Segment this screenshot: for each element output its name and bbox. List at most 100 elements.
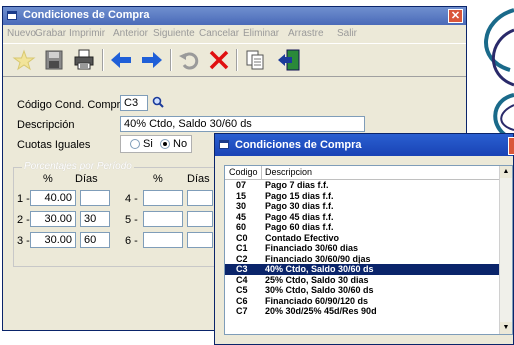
item-descripcion: 25% Ctdo, Saldo 30 dias bbox=[265, 274, 369, 285]
item-codigo: C3 bbox=[236, 264, 248, 274]
save-button[interactable] bbox=[41, 48, 67, 72]
col-dias-header: Días bbox=[75, 173, 98, 185]
popup-close-button[interactable] bbox=[508, 137, 514, 155]
print-button[interactable] bbox=[71, 48, 97, 72]
list-item[interactable]: 15 Pago 15 dias f.f. bbox=[225, 191, 500, 202]
header-codigo[interactable]: Codigo bbox=[229, 167, 258, 177]
item-descripcion: Financiado 30/60 dias bbox=[265, 243, 359, 253]
list-item[interactable]: C7 20% 30d/25% 45d/Res 90d bbox=[225, 306, 500, 317]
new-star-icon bbox=[12, 49, 36, 71]
header-descripcion[interactable]: Descripcion bbox=[265, 167, 312, 177]
menu-cancelar[interactable]: Cancelar bbox=[199, 28, 239, 39]
exit-door-icon bbox=[278, 49, 300, 71]
window-title: Condiciones de Compra bbox=[23, 9, 150, 21]
row-3-dias-input[interactable]: 60 bbox=[80, 232, 110, 248]
codigo-search-button[interactable] bbox=[151, 94, 165, 110]
row-5-label: 5 - bbox=[125, 214, 138, 226]
item-descripcion: Contado Efectivo bbox=[265, 232, 340, 243]
list-item[interactable]: C2 Financiado 30/60/90 djas bbox=[225, 254, 500, 265]
copy-icon bbox=[246, 50, 264, 70]
row-1-label: 1 - bbox=[17, 193, 30, 205]
item-descripcion: Financiado 60/90/120 ds bbox=[265, 295, 369, 306]
item-codigo: C1 bbox=[236, 243, 248, 253]
row-5-pct-input[interactable] bbox=[143, 211, 183, 227]
menu-eliminar[interactable]: Eliminar bbox=[243, 28, 279, 39]
delete-x-icon bbox=[209, 50, 229, 70]
item-codigo: 60 bbox=[236, 222, 247, 232]
list-item[interactable]: C3 40% Ctdo, Saldo 30/60 ds bbox=[225, 263, 501, 276]
row-3-pct-input[interactable]: 30.00 bbox=[30, 232, 76, 248]
item-codigo: C2 bbox=[236, 253, 248, 264]
item-codigo: 15 bbox=[236, 190, 247, 201]
item-descripcion: Pago 7 dias f.f. bbox=[265, 180, 329, 190]
descripcion-input[interactable]: 40% Ctdo, Saldo 30/60 ds bbox=[120, 116, 365, 132]
list-item[interactable]: 60 Pago 60 dias f.f. bbox=[225, 222, 500, 233]
menu-nuevo[interactable]: Nuevo bbox=[7, 28, 36, 39]
scroll-up-button[interactable]: ▲ bbox=[500, 166, 512, 178]
list-item[interactable]: C5 30% Ctdo, Saldo 30/60 ds bbox=[225, 285, 500, 296]
col-dias-header-2: Días bbox=[187, 173, 210, 185]
toolbar-separator bbox=[170, 49, 171, 71]
menu-salir[interactable]: Salir bbox=[337, 28, 357, 39]
undo-button[interactable] bbox=[176, 48, 202, 72]
row-5-dias-input[interactable] bbox=[187, 211, 213, 227]
undo-icon bbox=[179, 52, 199, 70]
item-codigo: 45 bbox=[236, 211, 247, 222]
item-descripcion: Pago 15 dias f.f. bbox=[265, 190, 334, 201]
item-codigo: C0 bbox=[236, 232, 248, 243]
list-item[interactable]: 30 Pago 30 dias f.f. bbox=[225, 201, 500, 212]
list-item[interactable]: 45 Pago 45 dias f.f. bbox=[225, 212, 500, 223]
delete-button[interactable] bbox=[206, 48, 232, 72]
list-item[interactable]: 07 Pago 7 dias f.f. bbox=[225, 180, 500, 191]
codigo-input[interactable]: C3 bbox=[120, 95, 148, 111]
row-6-dias-input[interactable] bbox=[187, 232, 213, 248]
scroll-down-icon: ▼ bbox=[502, 324, 510, 331]
list-item[interactable]: C0 Contado Efectivo bbox=[225, 233, 500, 244]
lookup-list[interactable]: Codigo Descripcion 07 Pago 7 dias f.f. 15 P… bbox=[224, 165, 513, 335]
row-2-dias-input[interactable]: 30 bbox=[80, 211, 110, 227]
row-2-pct-input[interactable]: 30.00 bbox=[30, 211, 76, 227]
print-icon bbox=[74, 49, 94, 70]
search-icon bbox=[152, 96, 164, 108]
exit-button[interactable] bbox=[276, 48, 302, 72]
back-button[interactable] bbox=[108, 48, 134, 72]
lookup-popup: Condiciones de Compra Codigo Descripcion… bbox=[214, 133, 514, 345]
row-1-dias-input[interactable] bbox=[80, 190, 110, 206]
list-item[interactable]: C4 25% Ctdo, Saldo 30 dias bbox=[225, 275, 500, 286]
row-4-dias-input[interactable] bbox=[187, 190, 213, 206]
menu-bar: Nuevo Grabar Imprimir Anterior Siguiente… bbox=[3, 26, 466, 42]
item-codigo: C7 bbox=[236, 306, 248, 316]
radio-no[interactable] bbox=[160, 139, 170, 149]
window-icon bbox=[219, 140, 229, 149]
copy-button[interactable] bbox=[242, 48, 268, 72]
popup-titlebar[interactable]: Condiciones de Compra bbox=[215, 134, 514, 156]
scroll-down-button[interactable]: ▼ bbox=[500, 322, 512, 334]
list-scrollbar[interactable]: ▲ ▼ bbox=[499, 166, 512, 334]
new-button[interactable] bbox=[11, 48, 37, 72]
radio-no-label: No bbox=[173, 138, 188, 150]
row-6-pct-input[interactable] bbox=[143, 232, 183, 248]
menu-arrastre[interactable]: Arrastre bbox=[288, 28, 324, 39]
row-1-pct-input[interactable]: 40.00 bbox=[30, 190, 76, 206]
scroll-up-icon: ▲ bbox=[502, 168, 510, 175]
item-codigo: 30 bbox=[236, 201, 247, 211]
item-codigo: 07 bbox=[236, 180, 247, 190]
list-item[interactable]: C1 Financiado 30/60 dias bbox=[225, 243, 500, 254]
close-button[interactable]: ✕ bbox=[448, 9, 463, 23]
radio-si[interactable] bbox=[130, 139, 140, 149]
forward-button[interactable] bbox=[139, 48, 165, 72]
row-4-label: 4 - bbox=[125, 193, 138, 205]
item-descripcion: Pago 45 dias f.f. bbox=[265, 211, 334, 222]
item-descripcion: 40% Ctdo, Saldo 30/60 ds bbox=[265, 264, 374, 274]
menu-anterior[interactable]: Anterior bbox=[113, 28, 148, 39]
menu-imprimir[interactable]: Imprimir bbox=[69, 28, 105, 39]
popup-title: Condiciones de Compra bbox=[235, 139, 362, 151]
list-item[interactable]: C6 Financiado 60/90/120 ds bbox=[225, 296, 500, 307]
row-4-pct-input[interactable] bbox=[143, 190, 183, 206]
menu-siguiente[interactable]: Siguiente bbox=[153, 28, 195, 39]
toolbar-separator bbox=[236, 49, 237, 71]
menu-grabar[interactable]: Grabar bbox=[35, 28, 66, 39]
main-titlebar[interactable]: Condiciones de Compra ✕ bbox=[3, 7, 466, 25]
cuotas-label: Cuotas Iguales bbox=[17, 139, 91, 151]
row-3-label: 3 - bbox=[17, 235, 30, 247]
